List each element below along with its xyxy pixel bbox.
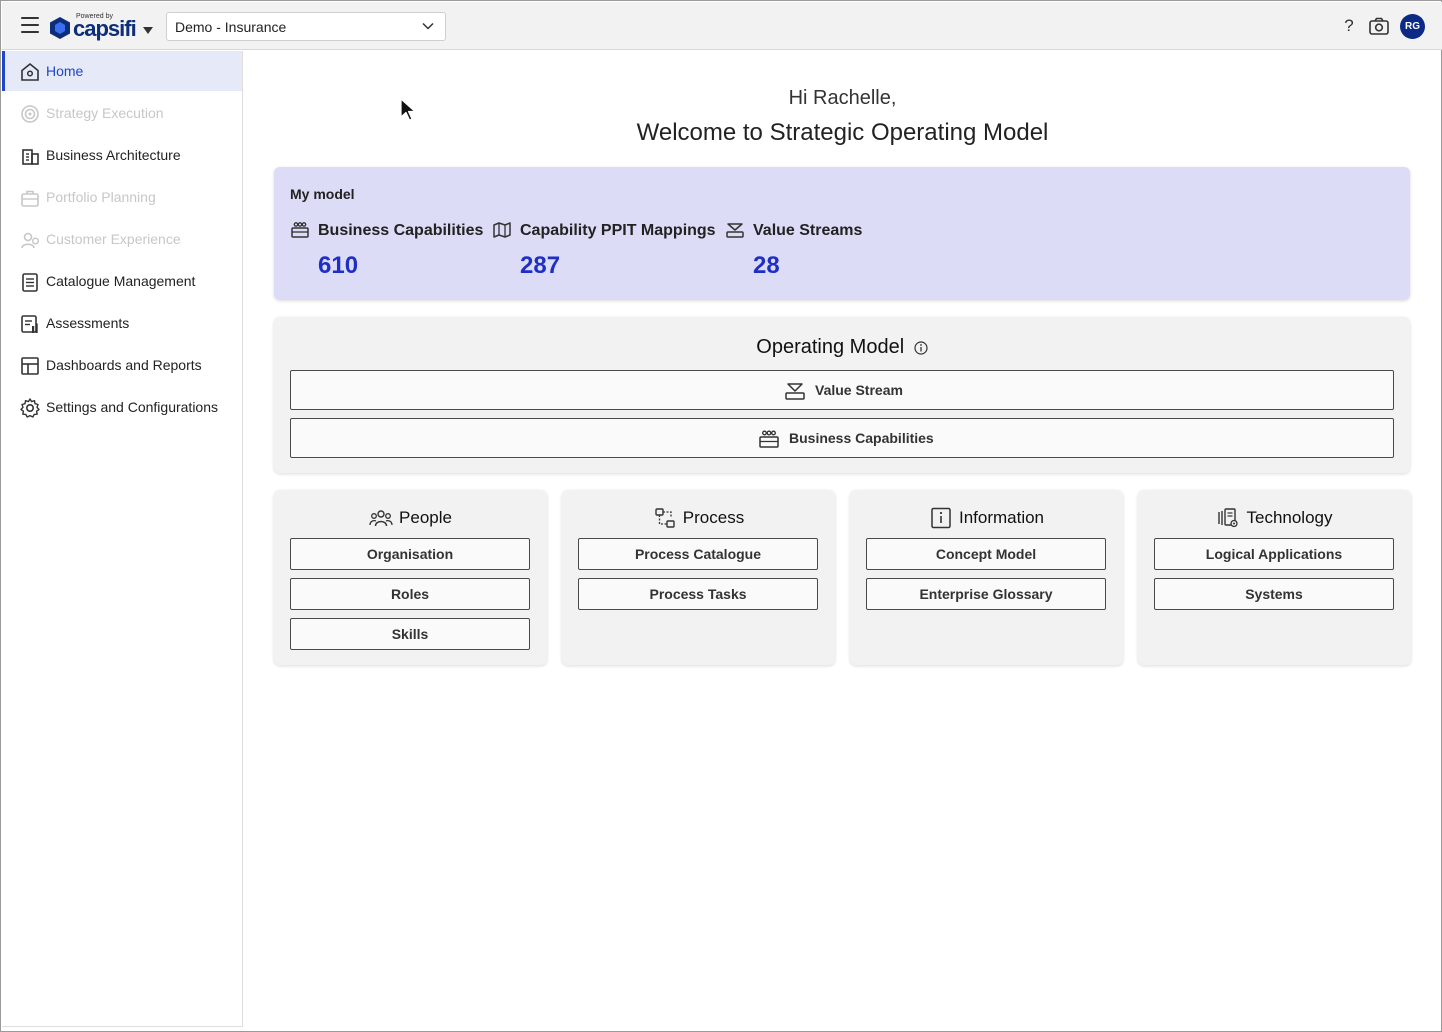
sidebar-item-business-architecture[interactable]: Business Architecture — [2, 135, 242, 175]
process-card: Process Process Catalogue Process Tasks — [562, 490, 835, 665]
technology-card: Technology Logical Applications Systems — [1138, 490, 1411, 665]
sidebar-item-label: Customer Experience — [46, 231, 181, 247]
process-card-header: Process — [562, 507, 835, 529]
sidebar-item-label: Assessments — [46, 315, 130, 331]
skills-button[interactable]: Skills — [290, 618, 530, 650]
value-stream-icon — [785, 383, 805, 400]
stat-value: 610 — [318, 252, 359, 279]
capsifi-hex-icon — [50, 17, 70, 39]
sidebar-item-assessments[interactable]: Assessments — [2, 303, 242, 343]
sidebar-item-customer-experience[interactable]: Customer Experience — [2, 219, 242, 259]
roles-button[interactable]: Roles — [290, 578, 530, 610]
catalogue-icon — [22, 273, 38, 292]
stat-label: Business Capabilities — [318, 222, 484, 239]
logical-applications-button[interactable]: Logical Applications — [1154, 538, 1394, 570]
my-model-title: My model — [290, 186, 355, 202]
home-icon — [21, 62, 39, 81]
value-stream-button[interactable]: Value Stream — [290, 370, 1394, 410]
operating-model-title-text: Operating Model — [756, 336, 905, 358]
sidebar-item-catalogue-management[interactable]: Catalogue Management — [2, 261, 242, 301]
operating-model-panel: Operating Model Value Stream Business Ca… — [274, 317, 1410, 473]
building-icon — [22, 149, 39, 165]
tenant-select-value: Demo - Insurance — [175, 19, 287, 35]
business-capabilities-button-label: Business Capabilities — [789, 430, 934, 446]
my-model-panel: My model Business Capabilities 610 Capab… — [274, 167, 1410, 300]
systems-button[interactable]: Systems — [1154, 578, 1394, 610]
top-bar: Powered by capsifi Demo - Insurance ? RG — [2, 2, 1442, 50]
sidebar-item-label: Business Architecture — [46, 147, 181, 163]
app-window: Powered by capsifi Demo - Insurance ? RG… — [0, 0, 1442, 1032]
stat-value: 287 — [520, 252, 561, 279]
people-card: People Organisation Roles Skills — [274, 490, 547, 665]
process-card-title: Process — [682, 508, 745, 527]
sidebar-item-strategy-execution[interactable]: Strategy Execution — [2, 93, 242, 133]
people-card-title: People — [399, 508, 452, 527]
process-icon — [655, 508, 675, 528]
hamburger-menu-icon[interactable] — [21, 17, 39, 33]
stat-label: Capability PPIT Mappings — [520, 222, 716, 239]
capabilities-icon — [759, 430, 779, 448]
chevron-down-icon — [422, 22, 434, 30]
customer-icon — [21, 232, 39, 249]
sidebar-item-portfolio-planning[interactable]: Portfolio Planning — [2, 177, 242, 217]
sidebar-item-label: Catalogue Management — [46, 273, 196, 289]
sidebar-item-label: Home — [46, 63, 84, 79]
sidebar: Home Strategy Execution Business Archite… — [2, 51, 243, 1027]
people-icon — [369, 510, 393, 527]
value-stream-button-label: Value Stream — [815, 382, 903, 398]
camera-icon[interactable] — [1367, 14, 1391, 38]
information-card-header: Information — [850, 507, 1123, 529]
technology-icon — [1218, 508, 1239, 528]
greeting-text: Hi Rachelle, — [788, 87, 897, 109]
sidebar-item-label: Dashboards and Reports — [46, 357, 202, 373]
mapping-icon — [493, 222, 511, 238]
people-card-header: People — [274, 507, 547, 529]
assessment-icon — [21, 315, 38, 333]
process-tasks-button[interactable]: Process Tasks — [578, 578, 818, 610]
info-icon[interactable] — [914, 341, 928, 355]
capsifi-logo[interactable]: Powered by capsifi — [49, 11, 157, 41]
enterprise-glossary-button[interactable]: Enterprise Glossary — [866, 578, 1106, 610]
information-card: Information Concept Model Enterprise Glo… — [850, 490, 1123, 665]
help-icon[interactable]: ? — [1337, 14, 1361, 38]
business-capabilities-button[interactable]: Business Capabilities — [290, 418, 1394, 458]
tenant-select[interactable]: Demo - Insurance — [166, 12, 446, 41]
organisation-button[interactable]: Organisation — [290, 538, 530, 570]
sidebar-item-label: Settings and Configurations — [46, 399, 218, 415]
brand-name: capsifi — [73, 16, 137, 41]
capabilities-icon — [291, 222, 309, 238]
sidebar-item-label: Portfolio Planning — [46, 189, 156, 205]
process-catalogue-button[interactable]: Process Catalogue — [578, 538, 818, 570]
briefcase-icon — [21, 190, 39, 207]
technology-card-header: Technology — [1138, 507, 1411, 529]
mouse-cursor-icon — [400, 98, 416, 121]
information-card-title: Information — [958, 508, 1045, 527]
gear-icon — [20, 398, 40, 418]
brand-dropdown-icon[interactable] — [143, 27, 153, 34]
sidebar-item-settings-and-configurations[interactable]: Settings and Configurations — [2, 387, 242, 427]
sidebar-item-label: Strategy Execution — [46, 105, 164, 121]
user-avatar[interactable]: RG — [1400, 14, 1425, 39]
sidebar-item-dashboards-and-reports[interactable]: Dashboards and Reports — [2, 345, 242, 385]
stat-value: 28 — [753, 252, 780, 279]
operating-model-title: Operating Model — [274, 336, 1410, 359]
sidebar-item-home[interactable]: Home — [2, 51, 242, 91]
stat-label: Value Streams — [753, 222, 863, 239]
page-title: Welcome to Strategic Operating Model — [636, 119, 1049, 146]
dashboard-icon — [21, 357, 39, 375]
target-icon — [21, 105, 39, 123]
information-icon — [931, 507, 951, 529]
concept-model-button[interactable]: Concept Model — [866, 538, 1106, 570]
value-stream-icon — [726, 223, 744, 238]
technology-card-title: Technology — [1246, 508, 1333, 527]
